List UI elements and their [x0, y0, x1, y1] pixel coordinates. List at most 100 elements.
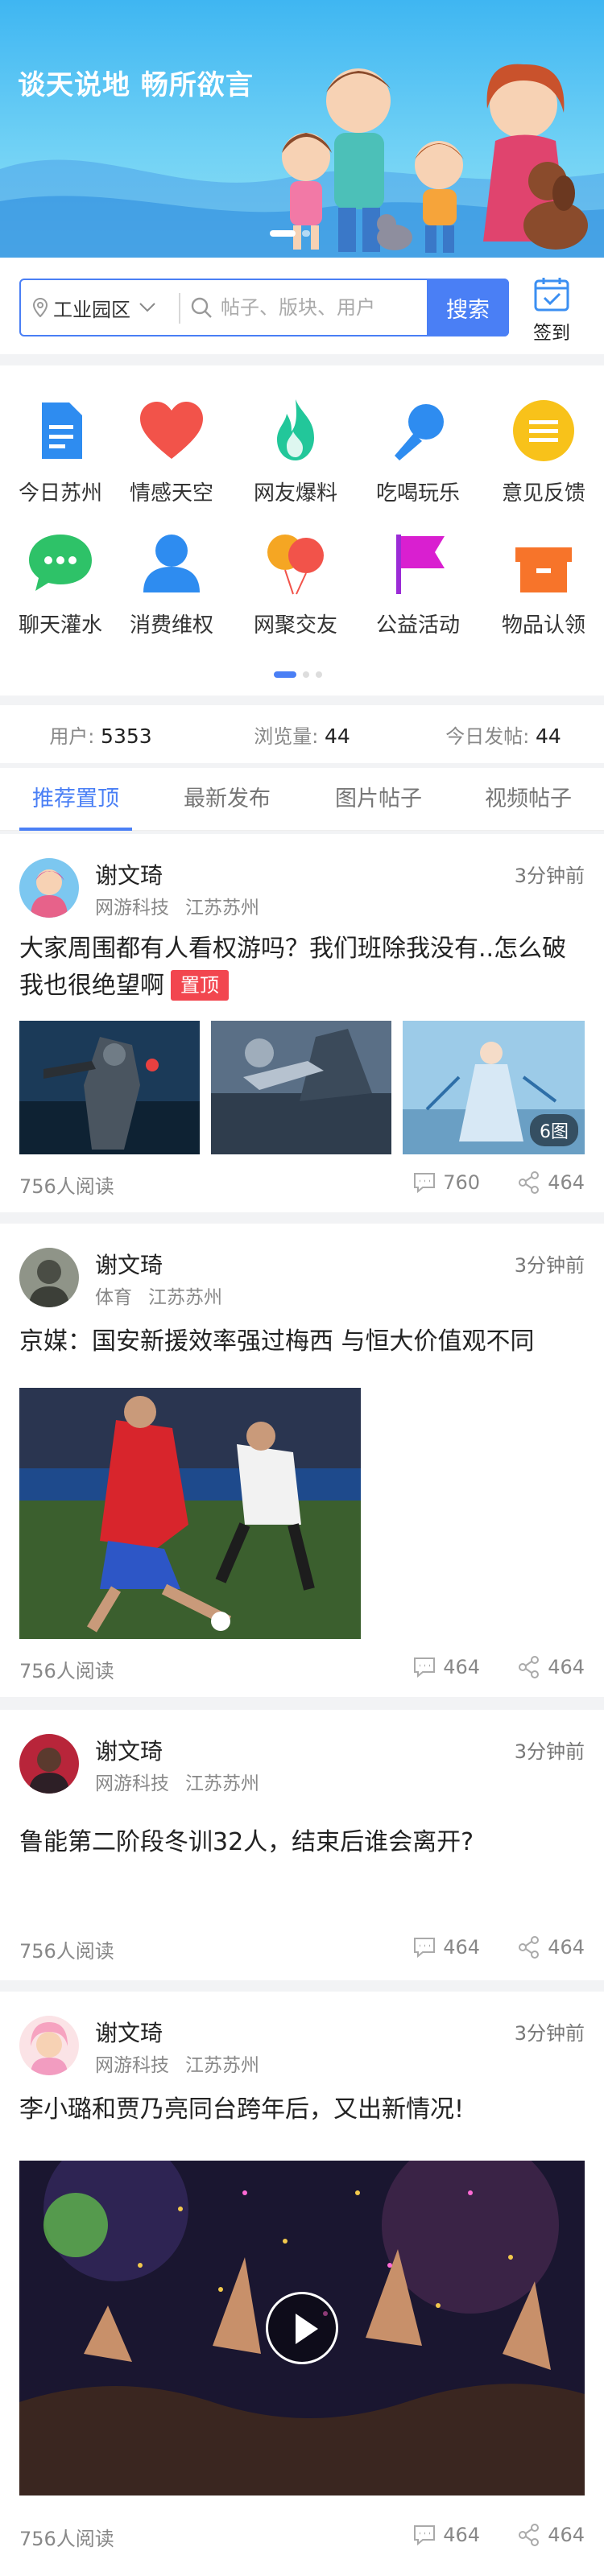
- post-author[interactable]: 谢文琦: [95, 858, 163, 890]
- comment-icon: [414, 2525, 436, 2546]
- post-meta: 体育 江苏苏州: [95, 1282, 222, 1309]
- post-meta: 网游科技 江苏苏州: [95, 2050, 259, 2077]
- category-label: 吃喝玩乐: [375, 481, 460, 506]
- comment-button[interactable]: 464: [412, 2523, 480, 2547]
- category-pagination: [274, 671, 322, 678]
- category-item[interactable]: 吃喝玩乐: [358, 394, 478, 506]
- avatar[interactable]: [19, 1734, 79, 1794]
- stat-value: 5353: [101, 724, 152, 748]
- banner-slogan: 谈天说地 畅所欲言: [18, 69, 254, 101]
- post-card[interactable]: 谢文琦 体育 江苏苏州 3分钟前 京媒：国安新援效率强过梅西 与恒大价值观不同 7…: [0, 1224, 604, 1697]
- post-card[interactable]: 谢文琦 网游科技 江苏苏州 3分钟前 李小璐和贾乃亮同台跨年后，又出新情况! 75…: [0, 1992, 604, 2576]
- tab-recommended[interactable]: 推荐置顶: [0, 768, 151, 831]
- stat-label: 浏览量:: [254, 724, 319, 748]
- post-location: 江苏苏州: [185, 898, 259, 919]
- tab-video-posts[interactable]: 视频帖子: [453, 768, 604, 831]
- post-image[interactable]: [19, 1388, 361, 1639]
- search-icon: [191, 297, 212, 318]
- post-video[interactable]: [19, 2161, 585, 2496]
- post-title[interactable]: 京媒：国安新援效率强过梅西 与恒大价值观不同: [19, 1323, 583, 1360]
- category-item[interactable]: 网聚交友: [235, 526, 356, 638]
- category-label: 物品认领: [501, 613, 585, 638]
- avatar[interactable]: [19, 2016, 79, 2075]
- location-selector[interactable]: 工业园区: [32, 280, 156, 335]
- category-label: 消费维权: [129, 613, 213, 638]
- comment-icon: [414, 1173, 436, 1194]
- post-author[interactable]: 谢文琦: [95, 2016, 163, 2048]
- share-button[interactable]: 464: [517, 1655, 585, 1679]
- comment-button[interactable]: 760: [412, 1170, 480, 1195]
- share-button[interactable]: 464: [517, 1170, 585, 1195]
- category-item[interactable]: 物品认领: [483, 526, 604, 638]
- chat-bubble-icon: [29, 535, 92, 591]
- avatar[interactable]: [19, 1248, 79, 1307]
- post-meta: 网游科技 江苏苏州: [95, 1768, 259, 1795]
- read-count: 756人阅读: [19, 2528, 114, 2550]
- category-item[interactable]: 意见反馈: [483, 394, 604, 506]
- pinned-badge: 置顶: [171, 970, 229, 1001]
- stat-value: 44: [324, 724, 350, 748]
- page-dot: [316, 671, 322, 678]
- search-field[interactable]: [190, 280, 432, 335]
- post-title[interactable]: 大家周围都有人看权游吗？我们班除我没有..怎么破我也很绝望啊 置顶: [19, 931, 583, 1005]
- gift-box-icon: [515, 547, 572, 592]
- post-time: 3分钟前: [514, 1740, 585, 1763]
- category-label: 情感天空: [129, 481, 213, 506]
- flag-icon: [396, 535, 445, 594]
- post-time: 3分钟前: [514, 1254, 585, 1277]
- share-button[interactable]: 464: [517, 1935, 585, 1959]
- search-input[interactable]: [221, 296, 414, 319]
- post-title[interactable]: 李小璐和贾乃亮同台跨年后，又出新情况!: [19, 2091, 583, 2128]
- post-footer: 756人阅读 464 464: [19, 1655, 585, 1682]
- search-area: 工业园区 搜索 签到: [0, 258, 604, 354]
- post-image[interactable]: 6图: [403, 1021, 585, 1154]
- post-footer: 756人阅读 464 464: [19, 1935, 585, 1963]
- post-card[interactable]: 谢文琦 网游科技 江苏苏州 3分钟前 鲁能第二阶段冬训32人，结束后谁会离开? 7…: [0, 1710, 604, 1980]
- image-count-badge: 6图: [530, 1114, 578, 1146]
- post-category: 网游科技: [95, 1773, 169, 1794]
- post-card[interactable]: 谢文琦 网游科技 江苏苏州 3分钟前 大家周围都有人看权游吗？我们班除我没有..怎…: [0, 834, 604, 1212]
- play-icon[interactable]: [266, 2292, 338, 2364]
- banner-illustration: [0, 64, 604, 258]
- banner-carousel[interactable]: 谈天说地 畅所欲言: [0, 0, 604, 258]
- post-location: 江苏苏州: [185, 2055, 259, 2076]
- share-icon: [519, 1171, 540, 1194]
- post-image[interactable]: [211, 1021, 391, 1154]
- comment-count: 464: [443, 1936, 480, 1959]
- balloons-icon: [267, 535, 324, 595]
- category-item[interactable]: 情感天空: [111, 394, 232, 506]
- read-count: 756人阅读: [19, 1660, 114, 1682]
- comment-button[interactable]: 464: [412, 1655, 480, 1679]
- search-button[interactable]: 搜索: [427, 279, 509, 336]
- category-item[interactable]: 今日苏州: [0, 394, 121, 506]
- post-image[interactable]: [19, 1021, 200, 1154]
- flame-icon: [277, 399, 314, 460]
- tab-image-posts[interactable]: 图片帖子: [303, 768, 454, 831]
- tab-latest[interactable]: 最新发布: [151, 768, 303, 831]
- stat-label: 今日发帖:: [445, 724, 530, 748]
- avatar[interactable]: [19, 858, 79, 918]
- banner-dot-active: [270, 230, 296, 237]
- post-title[interactable]: 鲁能第二阶段冬训32人，结束后谁会离开?: [19, 1824, 583, 1861]
- category-label: 公益活动: [375, 613, 460, 638]
- category-grid: 今日苏州 情感天空 网友爆料 吃喝玩乐 意见反馈 聊天灌水 消费维权 网聚交友 …: [0, 365, 604, 696]
- category-item[interactable]: 公益活动: [358, 526, 478, 638]
- category-label: 意见反馈: [501, 481, 585, 506]
- post-author[interactable]: 谢文琦: [95, 1248, 163, 1280]
- category-item[interactable]: 消费维权: [111, 526, 232, 638]
- comment-button[interactable]: 464: [412, 1935, 480, 1959]
- share-button[interactable]: 464: [517, 2523, 585, 2547]
- share-icon: [519, 1936, 540, 1959]
- post-author[interactable]: 谢文琦: [95, 1734, 163, 1766]
- post-footer: 756人阅读 760 464: [19, 1170, 585, 1198]
- category-item[interactable]: 网友爆料: [235, 394, 356, 506]
- post-tabs: 推荐置顶 最新发布 图片帖子 视频帖子: [0, 768, 604, 831]
- share-icon: [519, 2524, 540, 2546]
- share-count: 464: [548, 1936, 585, 1959]
- signin-button[interactable]: 签到: [523, 275, 580, 345]
- stat-value: 44: [535, 724, 561, 748]
- category-item[interactable]: 聊天灌水: [0, 526, 121, 638]
- category-label: 网友爆料: [253, 481, 337, 506]
- post-category: 网游科技: [95, 2055, 169, 2076]
- document-icon: [42, 402, 82, 459]
